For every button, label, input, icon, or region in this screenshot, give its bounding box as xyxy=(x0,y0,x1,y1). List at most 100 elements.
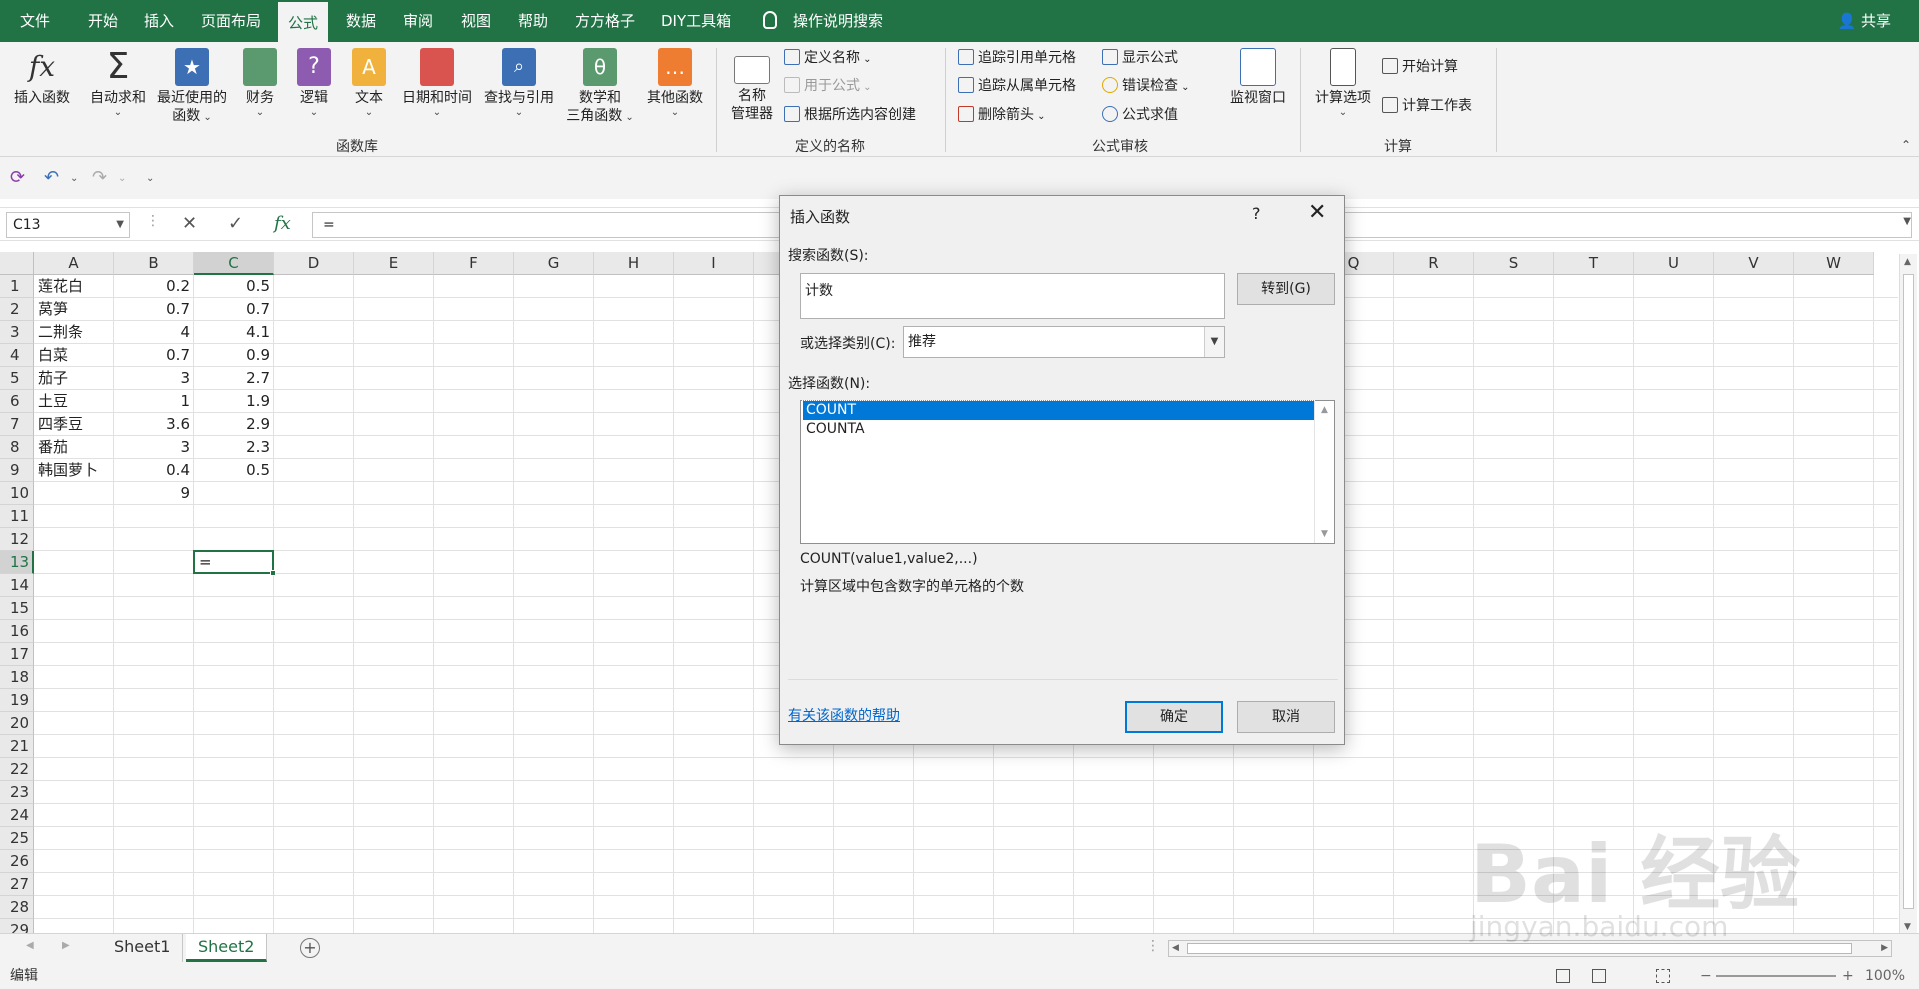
autosave-icon[interactable]: ⟳ xyxy=(10,167,25,188)
customize-qat-icon[interactable]: ⌄ xyxy=(146,173,154,184)
cell-a1[interactable]: 莲花白 xyxy=(34,275,114,298)
page-break-view-icon[interactable] xyxy=(1656,969,1670,983)
column-header-i[interactable]: I xyxy=(674,252,754,275)
cancel-button[interactable]: 取消 xyxy=(1237,701,1335,733)
cell-a6[interactable]: 土豆 xyxy=(34,390,114,413)
cell-b6[interactable]: 1 xyxy=(114,390,194,413)
cell-a4[interactable]: 白菜 xyxy=(34,344,114,367)
evaluate-formula-button[interactable]: 公式求值 xyxy=(1102,104,1178,126)
row-header-19[interactable]: 19 xyxy=(0,689,34,712)
cell-a8[interactable]: 番茄 xyxy=(34,436,114,459)
cell-a9[interactable]: 韩国萝卜 xyxy=(34,459,114,482)
date-time-button[interactable]: 日期和时间 ⌄ xyxy=(398,48,476,119)
row-header-25[interactable]: 25 xyxy=(0,827,34,850)
undo-icon[interactable]: ↶ xyxy=(44,167,59,188)
zoom-slider[interactable] xyxy=(1716,975,1836,977)
tab-review[interactable]: 审阅 xyxy=(393,0,443,42)
cell-b5[interactable]: 3 xyxy=(114,367,194,390)
zoom-in-icon[interactable]: + xyxy=(1842,963,1854,989)
scroll-right-icon[interactable]: ▶ xyxy=(1881,943,1888,953)
dialog-close-button[interactable]: ✕ xyxy=(1308,200,1326,225)
goto-button[interactable]: 转到(G) xyxy=(1237,273,1335,305)
scroll-left-icon[interactable]: ◀ xyxy=(1172,943,1179,953)
vertical-scrollbar[interactable]: ▲ ▼ xyxy=(1899,254,1917,935)
cell-b10[interactable]: 9 xyxy=(114,482,194,505)
column-header-f[interactable]: F xyxy=(434,252,514,275)
row-header-27[interactable]: 27 xyxy=(0,873,34,896)
splitter-icon[interactable]: ⋮ xyxy=(1146,938,1160,954)
column-header-h[interactable]: H xyxy=(594,252,674,275)
tab-data[interactable]: 数据 xyxy=(336,0,386,42)
redo-icon[interactable]: ↷ xyxy=(92,167,107,188)
error-checking-button[interactable]: 错误检查 ⌄ xyxy=(1102,75,1190,97)
expand-formula-icon[interactable]: ▼ xyxy=(1903,216,1911,227)
column-header-c[interactable]: C xyxy=(194,252,274,275)
cell-c1[interactable]: 0.5 xyxy=(194,275,274,298)
cell-a2[interactable]: 莴笋 xyxy=(34,298,114,321)
sheet-tab-sheet1[interactable]: Sheet1 xyxy=(102,934,184,962)
select-all-corner[interactable] xyxy=(0,252,34,275)
column-header-u[interactable]: U xyxy=(1634,252,1714,275)
row-header-21[interactable]: 21 xyxy=(0,735,34,758)
dialog-help-button[interactable]: ? xyxy=(1252,204,1261,223)
define-name-button[interactable]: 定义名称 ⌄ xyxy=(784,47,872,69)
calc-options-button[interactable]: 计算选项 ⌄ xyxy=(1308,48,1378,119)
share-button[interactable]: 👤 共享 xyxy=(1838,0,1891,42)
calc-now-button[interactable]: 开始计算 xyxy=(1382,56,1458,78)
scroll-up-icon[interactable]: ▲ xyxy=(1321,405,1328,415)
tab-fangfang[interactable]: 方方格子 xyxy=(565,0,645,42)
trace-dependents-button[interactable]: 追踪从属单元格 xyxy=(958,75,1076,97)
autosum-button[interactable]: Σ 自动求和 ⌄ xyxy=(86,48,150,119)
zoom-level[interactable]: 100% xyxy=(1865,963,1905,989)
fill-handle[interactable] xyxy=(270,570,276,576)
name-manager-button[interactable]: 名称 管理器 xyxy=(724,56,780,123)
show-formulas-button[interactable]: 显示公式 xyxy=(1102,47,1178,69)
add-sheet-button[interactable]: + xyxy=(300,938,320,958)
row-header-28[interactable]: 28 xyxy=(0,896,34,919)
trace-precedents-button[interactable]: 追踪引用单元格 xyxy=(958,47,1076,69)
function-help-link[interactable]: 有关该函数的帮助 xyxy=(788,705,900,725)
cell-c7[interactable]: 2.9 xyxy=(194,413,274,436)
cell-c3[interactable]: 4.1 xyxy=(194,321,274,344)
column-header-v[interactable]: V xyxy=(1714,252,1794,275)
watch-window-button[interactable]: 监视窗口 xyxy=(1226,48,1290,107)
chevron-down-icon[interactable]: ▼ xyxy=(1204,327,1224,357)
normal-view-icon[interactable] xyxy=(1556,969,1570,983)
ok-button[interactable]: 确定 xyxy=(1125,701,1223,733)
column-header-s[interactable]: S xyxy=(1474,252,1554,275)
function-item-count[interactable]: COUNT xyxy=(802,400,1315,421)
cell-c9[interactable]: 0.5 xyxy=(194,459,274,482)
tell-me-search[interactable]: 操作说明搜索 xyxy=(783,0,893,42)
cell-a3[interactable]: 二荆条 xyxy=(34,321,114,344)
row-header-22[interactable]: 22 xyxy=(0,758,34,781)
function-list[interactable]: COUNT COUNTA ▲ ▼ xyxy=(800,400,1335,544)
chevron-down-icon[interactable]: ⌄ xyxy=(70,173,78,184)
row-header-1[interactable]: 1 xyxy=(0,275,34,298)
category-select[interactable]: 推荐 ▼ xyxy=(903,326,1225,358)
insert-fx-icon[interactable]: fx xyxy=(274,213,291,234)
row-header-14[interactable]: 14 xyxy=(0,574,34,597)
enter-check-icon[interactable]: ✓ xyxy=(228,213,243,234)
text-button[interactable]: A 文本 ⌄ xyxy=(349,48,389,119)
page-layout-view-icon[interactable] xyxy=(1592,969,1606,983)
row-header-29[interactable]: 29 xyxy=(0,919,34,933)
row-header-3[interactable]: 3 xyxy=(0,321,34,344)
calc-sheet-button[interactable]: 计算工作表 xyxy=(1382,95,1472,117)
cell-c2[interactable]: 0.7 xyxy=(194,298,274,321)
tab-formulas[interactable]: 公式 xyxy=(278,0,329,42)
zoom-out-icon[interactable]: − xyxy=(1700,963,1712,989)
tab-home[interactable]: 开始 xyxy=(78,0,128,42)
next-sheet-icon[interactable]: ▶ xyxy=(62,940,70,951)
cell-b9[interactable]: 0.4 xyxy=(114,459,194,482)
row-header-24[interactable]: 24 xyxy=(0,804,34,827)
scroll-thumb[interactable] xyxy=(1187,943,1852,954)
row-header-2[interactable]: 2 xyxy=(0,298,34,321)
logical-button[interactable]: ? 逻辑 ⌄ xyxy=(294,48,334,119)
cell-b3[interactable]: 4 xyxy=(114,321,194,344)
financial-button[interactable]: 财务 ⌄ xyxy=(240,48,280,119)
insert-function-button[interactable]: fx 插入函数 xyxy=(10,48,74,107)
prev-sheet-icon[interactable]: ◀ xyxy=(26,940,34,951)
scroll-down-icon[interactable]: ▼ xyxy=(1321,529,1328,539)
recently-used-button[interactable]: ★ 最近使用的 函数 ⌄ xyxy=(152,48,232,125)
column-header-w[interactable]: W xyxy=(1794,252,1874,275)
